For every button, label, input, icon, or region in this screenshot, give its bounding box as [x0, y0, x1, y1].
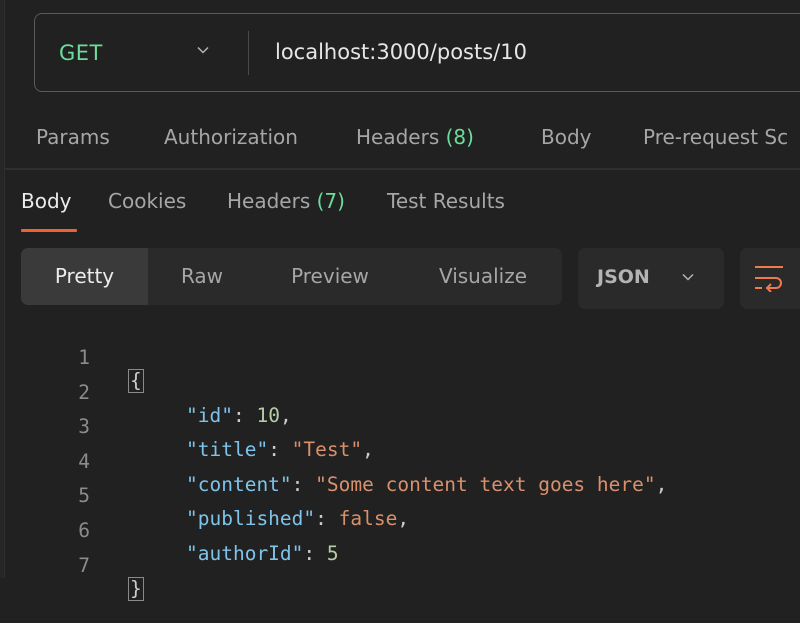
line-number: 1 — [78, 346, 90, 369]
tab-cookies[interactable]: Cookies — [108, 189, 186, 213]
format-select[interactable]: JSON — [578, 248, 724, 309]
json-key: "title" — [186, 438, 269, 461]
code-line: 4 "content": "Some content text goes her… — [0, 427, 667, 496]
json-value: 5 — [326, 542, 339, 565]
tab-params[interactable]: Params — [36, 125, 110, 149]
json-key: "content" — [186, 473, 292, 496]
tab-response-headers[interactable]: Headers (7) — [227, 189, 345, 213]
view-preview[interactable]: Preview — [256, 248, 404, 305]
json-value: "Test" — [291, 438, 363, 461]
tab-label: Params — [36, 125, 110, 149]
json-key: "id" — [186, 404, 233, 427]
view-pretty[interactable]: Pretty — [21, 248, 148, 305]
tab-pre-request-script[interactable]: Pre-request Sc — [643, 125, 788, 149]
code-line: 2 "id": 10, — [0, 358, 291, 427]
json-value: "Some content text goes here" — [315, 473, 656, 496]
tab-label: Authorization — [164, 125, 298, 149]
code-line: 5 "published": false, — [0, 461, 409, 530]
view-mode-selector: Pretty Raw Preview Visualize — [21, 248, 562, 305]
view-raw[interactable]: Raw — [148, 248, 256, 305]
url-separator — [248, 31, 249, 75]
tab-label: Body — [21, 189, 72, 213]
active-tab-indicator — [21, 229, 77, 232]
code-line: 3 "title": "Test", — [0, 392, 374, 461]
line-number: 3 — [78, 415, 90, 438]
code-line: 1 { — [0, 323, 144, 393]
open-brace: { — [128, 369, 144, 393]
tab-label: Headers — [356, 125, 440, 149]
line-number: 2 — [78, 381, 90, 404]
json-value: 10 — [256, 404, 280, 427]
format-label: JSON — [597, 266, 650, 288]
line-number: 4 — [78, 450, 90, 473]
wrap-lines-icon — [755, 266, 783, 292]
tab-label: Headers — [227, 189, 311, 213]
method-select[interactable]: GET — [59, 41, 103, 65]
pane-divider[interactable] — [4, 168, 800, 170]
headers-count: (8) — [445, 125, 474, 149]
code-line: 6 "authorId": 5 — [0, 496, 338, 565]
tab-label: Test Results — [387, 189, 505, 213]
chevron-down-icon[interactable] — [197, 44, 209, 56]
tab-label: Body — [541, 125, 592, 149]
line-number: 7 — [78, 554, 90, 577]
tab-test-results[interactable]: Test Results — [387, 189, 505, 213]
tab-response-body[interactable]: Body — [21, 189, 72, 213]
view-visualize[interactable]: Visualize — [404, 248, 562, 305]
headers-count: (7) — [316, 189, 345, 213]
tab-label: Cookies — [108, 189, 187, 213]
url-input[interactable] — [275, 40, 795, 64]
json-value: false — [338, 507, 398, 530]
line-number: 6 — [78, 519, 90, 542]
json-key: "published" — [186, 507, 316, 530]
request-url-bar: GET — [34, 13, 800, 92]
json-key: "authorId" — [186, 542, 304, 565]
tab-label: Pre-request Sc — [643, 125, 789, 149]
code-line: 7 } — [0, 531, 144, 601]
tab-body[interactable]: Body — [541, 125, 592, 149]
tab-authorization[interactable]: Authorization — [164, 125, 298, 149]
line-number: 5 — [78, 484, 90, 507]
chevron-down-icon — [682, 273, 694, 281]
tab-headers[interactable]: Headers (8) — [356, 125, 474, 149]
close-brace: } — [128, 577, 144, 601]
wrap-lines-button[interactable] — [740, 248, 800, 309]
